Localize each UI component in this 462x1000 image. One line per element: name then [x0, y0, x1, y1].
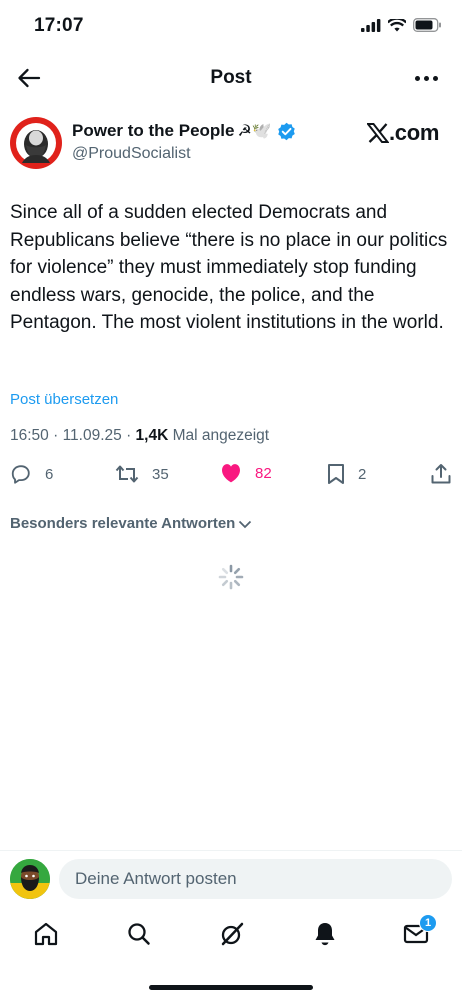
post-meta: 16:50 · 11.09.25 · 1,4K Mal angezeigt	[10, 427, 270, 444]
repost-button[interactable]: 35	[115, 463, 169, 485]
user-avatar-icon	[10, 859, 50, 899]
author-display-name[interactable]: Power to the People ☭🕊️	[72, 121, 296, 141]
more-options-button[interactable]	[415, 76, 438, 81]
grok-icon	[221, 922, 244, 946]
replies-sort-dropdown[interactable]: Besonders relevante Antworten	[10, 515, 252, 532]
like-button[interactable]: 82	[220, 463, 272, 483]
reply-count: 6	[45, 465, 54, 483]
status-icons	[361, 18, 442, 32]
tab-home[interactable]	[32, 920, 60, 948]
repost-count: 35	[152, 465, 169, 483]
bell-icon	[315, 923, 335, 946]
repost-icon	[115, 465, 139, 483]
display-name-text: Power to the People	[72, 121, 235, 140]
replies-sort-label: Besonders relevante Antworten	[10, 515, 236, 532]
chevron-down-icon	[239, 520, 252, 528]
name-emojis: ☭🕊️	[237, 123, 272, 140]
post-date: 11.09.25	[62, 427, 122, 444]
wifi-icon	[388, 18, 406, 31]
reply-input[interactable]	[59, 859, 452, 899]
my-avatar[interactable]	[10, 859, 50, 899]
battery-icon	[413, 18, 441, 32]
home-indicator	[149, 985, 313, 990]
x-logo-icon	[367, 123, 389, 143]
author-avatar[interactable]	[10, 117, 62, 169]
portrait-icon	[16, 123, 56, 163]
verified-badge-icon	[277, 122, 295, 140]
heart-filled-icon	[222, 464, 240, 483]
author-handle[interactable]: @ProudSocialist	[72, 145, 191, 163]
tab-search[interactable]	[125, 920, 153, 948]
view-count-label: Mal angezeigt	[172, 427, 270, 444]
signal-icon	[361, 18, 381, 32]
brand-text: .com	[389, 120, 440, 145]
bookmark-button[interactable]: 2	[327, 463, 366, 485]
share-icon	[431, 464, 451, 484]
bookmark-count: 2	[358, 465, 367, 483]
messages-badge: 1	[419, 914, 437, 932]
home-icon	[34, 922, 58, 946]
back-button[interactable]	[14, 64, 44, 92]
more-icon	[415, 76, 438, 81]
share-button[interactable]	[430, 463, 452, 485]
like-count: 82	[255, 464, 272, 482]
bookmark-icon	[328, 464, 344, 484]
post-time: 16:50	[10, 427, 49, 444]
view-count: 1,4K	[135, 427, 169, 444]
arrow-left-icon	[18, 68, 41, 88]
translate-post-link[interactable]: Post übersetzen	[10, 391, 118, 408]
reply-icon	[11, 465, 30, 484]
reply-button[interactable]: 6	[10, 463, 53, 485]
tab-notifications[interactable]	[311, 920, 339, 948]
x-com-link[interactable]: .com	[367, 120, 439, 146]
post-text: Since all of a sudden elected Democrats …	[10, 202, 448, 333]
tab-grok[interactable]	[218, 920, 246, 948]
loading-spinner-icon	[218, 564, 244, 590]
composer-divider	[0, 850, 462, 851]
search-icon	[128, 923, 150, 945]
tab-messages[interactable]: 1	[402, 914, 437, 948]
status-time: 17:07	[34, 15, 84, 36]
page-title: Post	[210, 67, 252, 88]
